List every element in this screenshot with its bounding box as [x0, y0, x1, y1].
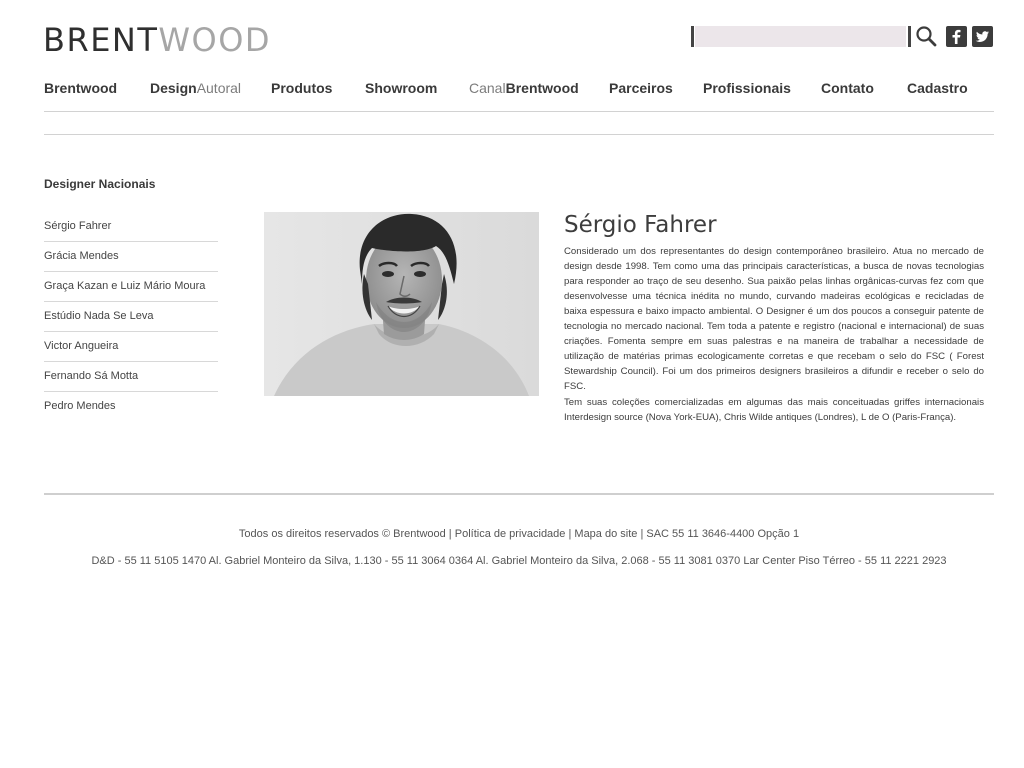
- nav-label: Brentwood: [44, 80, 118, 96]
- nav-label-bold: Brentwood: [505, 80, 579, 96]
- footer-addresses: D&D - 55 11 5105 1470 Al. Gabriel Montei…: [91, 555, 947, 567]
- nav-brentwood[interactable]: Brentwood: [44, 80, 117, 96]
- sidebar-title: Designer Nacionais: [44, 177, 156, 191]
- nav-label: Contato: [821, 80, 874, 96]
- separator: |: [445, 528, 455, 540]
- nav-produtos[interactable]: Produtos: [271, 80, 332, 96]
- nav-contato[interactable]: Contato: [821, 80, 874, 96]
- nav-cadastro[interactable]: Cadastro: [907, 80, 968, 96]
- search-box: [691, 26, 911, 47]
- nav-profissionais[interactable]: Profissionais: [703, 80, 791, 96]
- nav-label: Parceiros: [609, 80, 673, 96]
- sidebar-item-victor-angueira[interactable]: Victor Angueira: [44, 332, 218, 362]
- designer-bio: Considerado um dos representantes do des…: [564, 244, 984, 425]
- nav-design-autoral[interactable]: DesignAutoral: [150, 80, 241, 96]
- copyright-text: Todos os direitos reservados © Brentwood: [238, 528, 446, 540]
- nav-label: Cadastro: [907, 80, 968, 96]
- designer-list: Sérgio Fahrer Grácia Mendes Graça Kazan …: [44, 212, 218, 422]
- sitemap-link[interactable]: Mapa do site: [574, 528, 637, 540]
- logo-text-brent: BRENT: [43, 21, 159, 59]
- search-input[interactable]: [695, 26, 906, 47]
- search-icon: [916, 26, 937, 47]
- main-nav: Brentwood DesignAutoral Produtos Showroo…: [44, 80, 994, 100]
- search-button[interactable]: [915, 25, 937, 47]
- designer-name: Sérgio Fahrer: [564, 212, 717, 238]
- search-left-border: [691, 26, 694, 47]
- footer-links: Todos os direitos reservados © Brentwood…: [0, 528, 1024, 540]
- search-right-border: [908, 26, 911, 47]
- nav-divider-top: [44, 111, 994, 112]
- nav-label: Produtos: [271, 80, 333, 96]
- bio-paragraph: Considerado um dos representantes do des…: [564, 246, 984, 392]
- sidebar-item-pedro-mendes[interactable]: Pedro Mendes: [44, 392, 218, 422]
- nav-canal-brentwood[interactable]: CanalBrentwood: [469, 80, 579, 96]
- nav-label: Profissionais: [703, 80, 791, 96]
- sidebar-item-fernando-sa-motta[interactable]: Fernando Sá Motta: [44, 362, 218, 392]
- twitter-link[interactable]: [972, 26, 993, 47]
- nav-label: Showroom: [365, 80, 438, 96]
- sidebar-item-sergio-fahrer[interactable]: Sérgio Fahrer: [44, 212, 218, 242]
- nav-showroom[interactable]: Showroom: [365, 80, 437, 96]
- bio-paragraph: Tem suas coleções comercializadas em alg…: [564, 397, 984, 423]
- facebook-link[interactable]: [946, 26, 967, 47]
- privacy-policy-link[interactable]: Política de privacidade: [455, 528, 566, 540]
- sidebar-item-graca-kazan-luiz-mario-moura[interactable]: Graça Kazan e Luiz Mário Moura: [44, 272, 218, 302]
- designer-photo: [264, 212, 539, 396]
- nav-parceiros[interactable]: Parceiros: [609, 80, 673, 96]
- twitter-icon: [975, 31, 989, 42]
- facebook-icon: [952, 29, 961, 44]
- portrait-image: [264, 212, 539, 396]
- logo-text-wood: WOOD: [158, 21, 272, 59]
- nav-label-light: Autoral: [196, 80, 242, 96]
- nav-label-light: Canal: [469, 80, 506, 96]
- nav-label-bold: Design: [150, 80, 197, 96]
- sidebar-item-estudio-nada-se-leva[interactable]: Estúdio Nada Se Leva: [44, 302, 218, 332]
- nav-divider-bottom: [44, 134, 994, 135]
- footer-divider: [44, 493, 994, 495]
- sidebar-item-gracia-mendes[interactable]: Grácia Mendes: [44, 242, 218, 272]
- brentwood-logo[interactable]: BRENTWOOD: [43, 22, 271, 58]
- sac-phone: SAC 55 11 3646-4400 Opção 1: [646, 528, 800, 540]
